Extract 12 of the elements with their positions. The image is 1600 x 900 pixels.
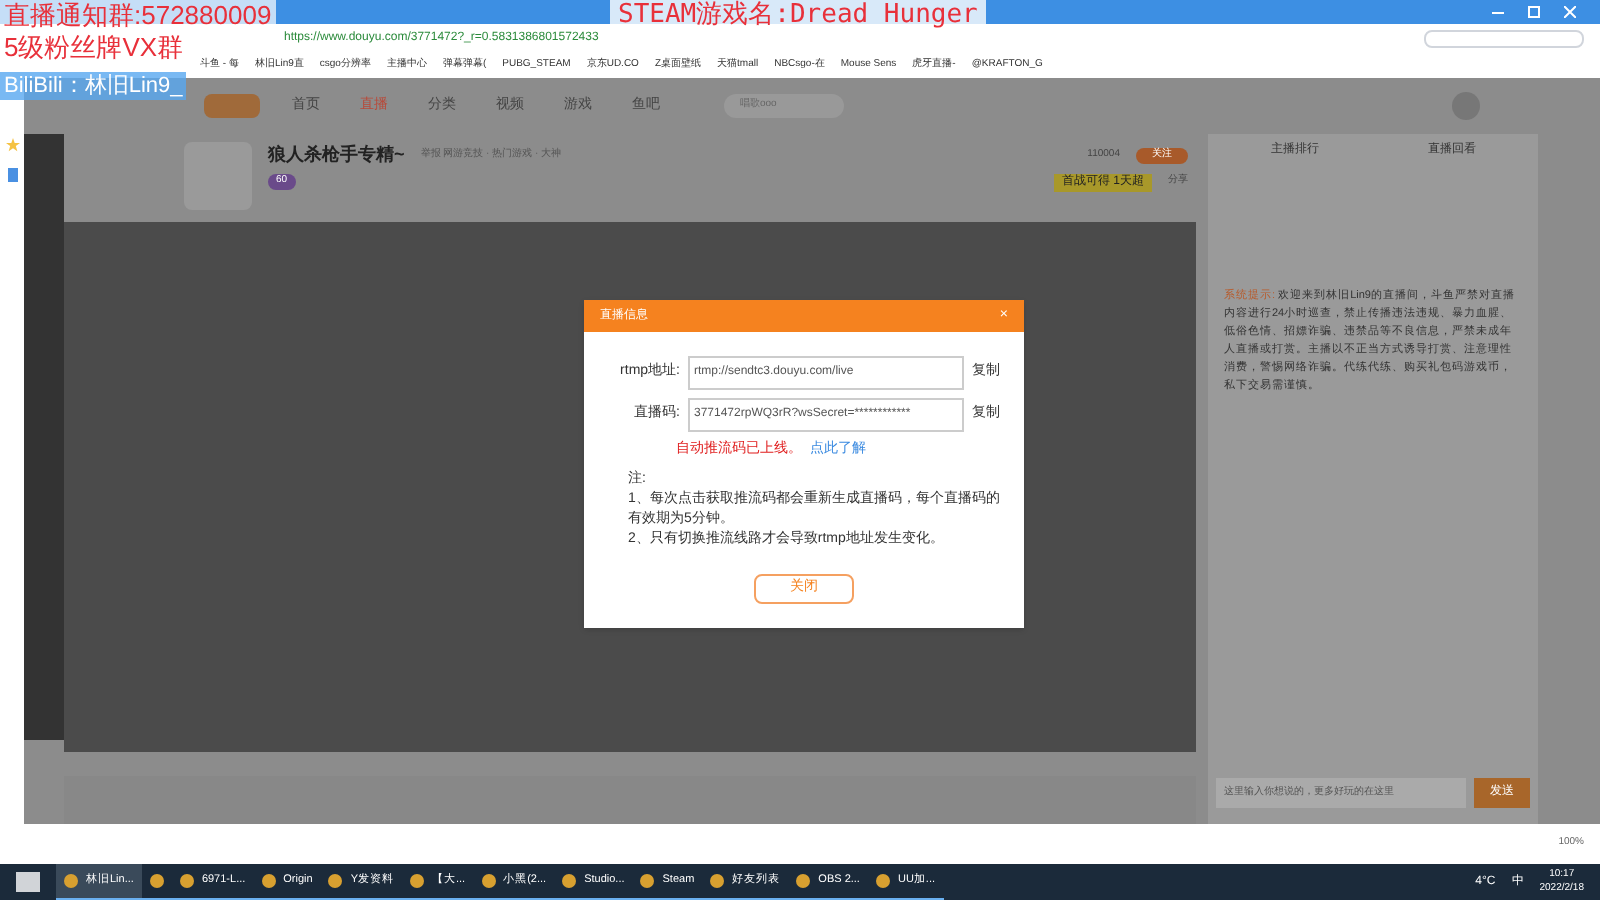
notice-text-overlay: 5级粉丝牌VX群 [2, 32, 186, 64]
start-icon[interactable] [16, 872, 40, 892]
star-icon[interactable] [5, 138, 19, 152]
document-icon[interactable] [7, 168, 17, 182]
notice-text-overlay: 直播通知群:572880009 [0, 0, 276, 32]
minimize-icon[interactable] [1492, 11, 1504, 13]
close-icon[interactable] [1564, 6, 1576, 18]
room-title: 狼人杀枪手专精~ [268, 142, 405, 168]
maximize-icon[interactable] [1528, 6, 1540, 18]
address-search-field[interactable] [1424, 29, 1584, 47]
notice-text-overlay: BiliBili：林旧Lin9_ [0, 72, 187, 100]
game-name-overlay: STEAM游戏名:Dread Hunger [610, 0, 986, 32]
